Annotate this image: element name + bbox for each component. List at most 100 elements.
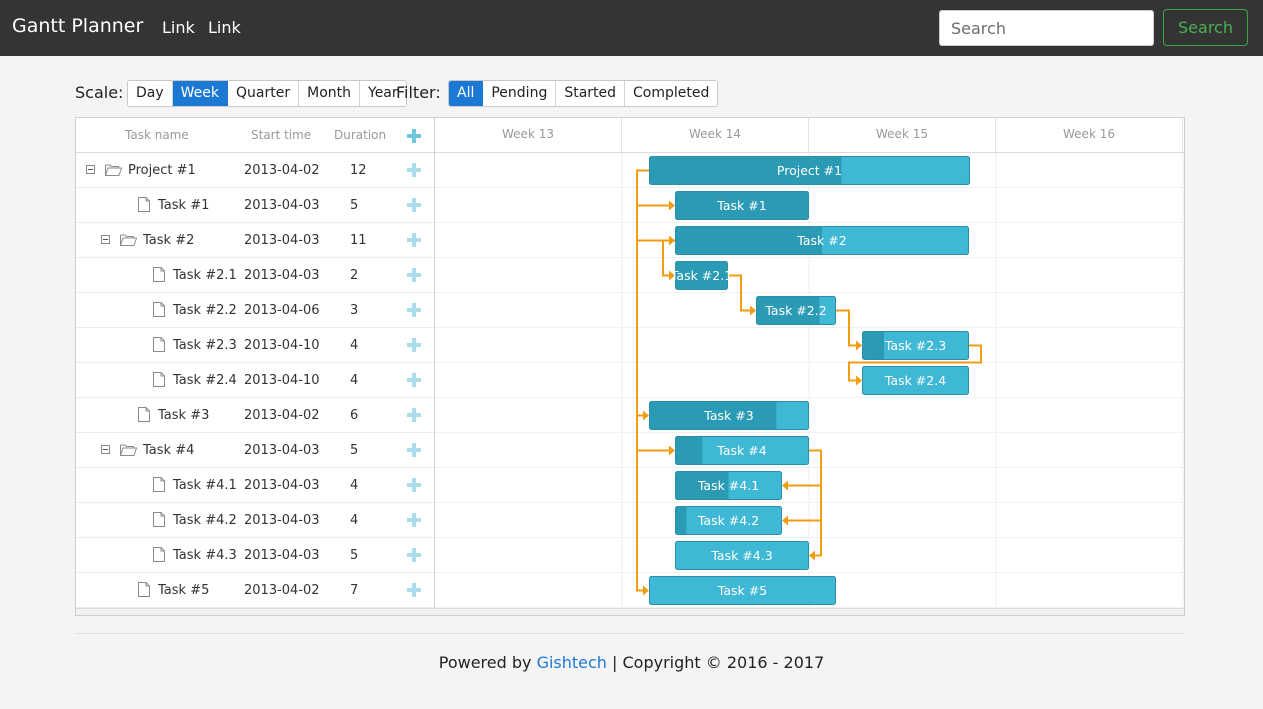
task-bar[interactable]: Task #4.3 [675,541,809,570]
task-duration: 5 [350,198,359,213]
folder-icon [105,163,123,176]
add-subtask-icon[interactable] [407,548,421,562]
nav-link-1[interactable]: Link [162,18,195,37]
task-row[interactable]: Project #1 2013-04-02 12 [76,153,435,188]
task-row[interactable]: Task #2 2013-04-03 11 [76,223,435,258]
navbar: Gantt Planner Link Link Search [0,0,1263,56]
collapse-toggle-icon[interactable] [101,235,110,244]
task-row[interactable]: Task #1 2013-04-03 5 [76,188,435,223]
add-task-icon[interactable] [407,129,421,143]
filter-pending-button[interactable]: Pending [483,81,557,106]
search-input[interactable] [939,10,1154,46]
task-name: Task #3 [158,408,210,423]
task-bar[interactable]: Task #1 [675,191,809,220]
footer-company-link[interactable]: Gishtech [537,653,607,672]
col-header-start-time[interactable]: Start time [251,128,311,142]
add-subtask-icon[interactable] [407,513,421,527]
footer-copyright: | Copyright © 2016 - 2017 [612,653,825,672]
collapse-toggle-icon[interactable] [86,165,95,174]
task-start-time: 2013-04-10 [244,373,320,388]
task-row[interactable]: Task #2.2 2013-04-06 3 [76,293,435,328]
link-arrow [669,445,675,456]
task-duration: 4 [350,478,359,493]
filter-all-button[interactable]: All [449,81,484,106]
add-subtask-icon[interactable] [407,303,421,317]
task-bar[interactable]: Task #2 [675,226,969,255]
footer: Powered by Gishtech | Copyright © 2016 -… [0,653,1263,672]
task-bar-label: Task #2 [796,233,846,248]
add-subtask-icon[interactable] [407,233,421,247]
task-bar-progress [676,437,703,464]
task-bar[interactable]: Task #2.3 [862,331,969,360]
task-row[interactable]: Task #2.3 2013-04-10 4 [76,328,435,363]
task-name: Task #2.4 [173,373,237,388]
file-icon [138,407,150,422]
filter-label: Filter: [396,83,441,102]
task-bar[interactable]: Task #4.2 [675,506,782,535]
add-subtask-icon[interactable] [407,583,421,597]
gantt-chart: Task name Start time Duration Project #1… [75,117,1185,616]
task-bar[interactable]: Task #5 [649,576,836,605]
footer-prefix: Powered by [438,653,532,672]
task-name: Task #2.3 [173,338,237,353]
add-subtask-icon[interactable] [407,443,421,457]
link-arrow [782,480,788,491]
task-bar-progress [863,332,884,359]
filter-button-group: All Pending Started Completed [448,80,719,107]
scale-quarter-button[interactable]: Quarter [228,81,300,106]
collapse-toggle-icon[interactable] [101,445,110,454]
dependency-link[interactable] [636,169,649,592]
week-header: Week 16 [996,118,1183,153]
task-row[interactable]: Task #3 2013-04-02 6 [76,398,435,433]
col-header-duration[interactable]: Duration [334,128,386,142]
scale-day-button[interactable]: Day [128,81,173,106]
file-icon [153,302,165,317]
task-row[interactable]: Task #4.3 2013-04-03 5 [76,538,435,573]
add-subtask-icon[interactable] [407,408,421,422]
task-row[interactable]: Task #4.1 2013-04-03 4 [76,468,435,503]
task-start-time: 2013-04-03 [244,478,320,493]
task-row[interactable]: Task #4.2 2013-04-03 4 [76,503,435,538]
task-bar[interactable]: Task #2.1 [670,261,732,290]
task-bar[interactable]: Task #2.2 [756,296,836,325]
scale-month-button[interactable]: Month [299,81,360,106]
week-header: Week 13 [435,118,622,153]
task-start-time: 2013-04-03 [244,268,320,283]
filter-completed-button[interactable]: Completed [625,81,718,106]
task-row[interactable]: Task #5 2013-04-02 7 [76,573,435,608]
task-row[interactable]: Task #4 2013-04-03 5 [76,433,435,468]
task-duration: 7 [350,583,359,598]
brand-title[interactable]: Gantt Planner [12,15,143,37]
add-subtask-icon[interactable] [407,373,421,387]
add-subtask-icon[interactable] [407,163,421,177]
task-bar-label: Task #4.3 [710,548,772,563]
add-subtask-icon[interactable] [407,198,421,212]
nav-link-2[interactable]: Link [208,18,241,37]
col-header-task-name[interactable]: Task name [125,128,189,142]
task-bar-label: Task #2.4 [884,373,946,388]
week-header: Week 15 [809,118,996,153]
filter-started-button[interactable]: Started [556,81,626,106]
task-row[interactable]: Task #2.4 2013-04-10 4 [76,363,435,398]
task-name: Task #2 [143,233,195,248]
task-bar[interactable]: Task #4 [675,436,809,465]
scale-week-button[interactable]: Week [172,81,229,106]
task-start-time: 2013-04-03 [244,443,320,458]
task-bar-label: Task #2.3 [884,338,946,353]
task-bar[interactable]: Project #1 [649,156,970,185]
add-subtask-icon[interactable] [407,338,421,352]
task-bar-label: Task #4 [716,443,766,458]
horizontal-scrollbar[interactable] [76,608,1184,615]
task-bar-label: Task #4.1 [697,478,759,493]
add-subtask-icon[interactable] [407,478,421,492]
search-button[interactable]: Search [1163,9,1248,46]
task-bar-label: Task #4.2 [697,513,759,528]
add-subtask-icon[interactable] [407,268,421,282]
footer-divider [75,633,1185,634]
task-bar[interactable]: Task #4.1 [675,471,782,500]
task-row[interactable]: Task #2.1 2013-04-03 2 [76,258,435,293]
task-bar[interactable]: Task #3 [649,401,809,430]
task-bar[interactable]: Task #2.4 [862,366,969,395]
file-icon [153,547,165,562]
grid-header: Task name Start time Duration [76,118,435,153]
